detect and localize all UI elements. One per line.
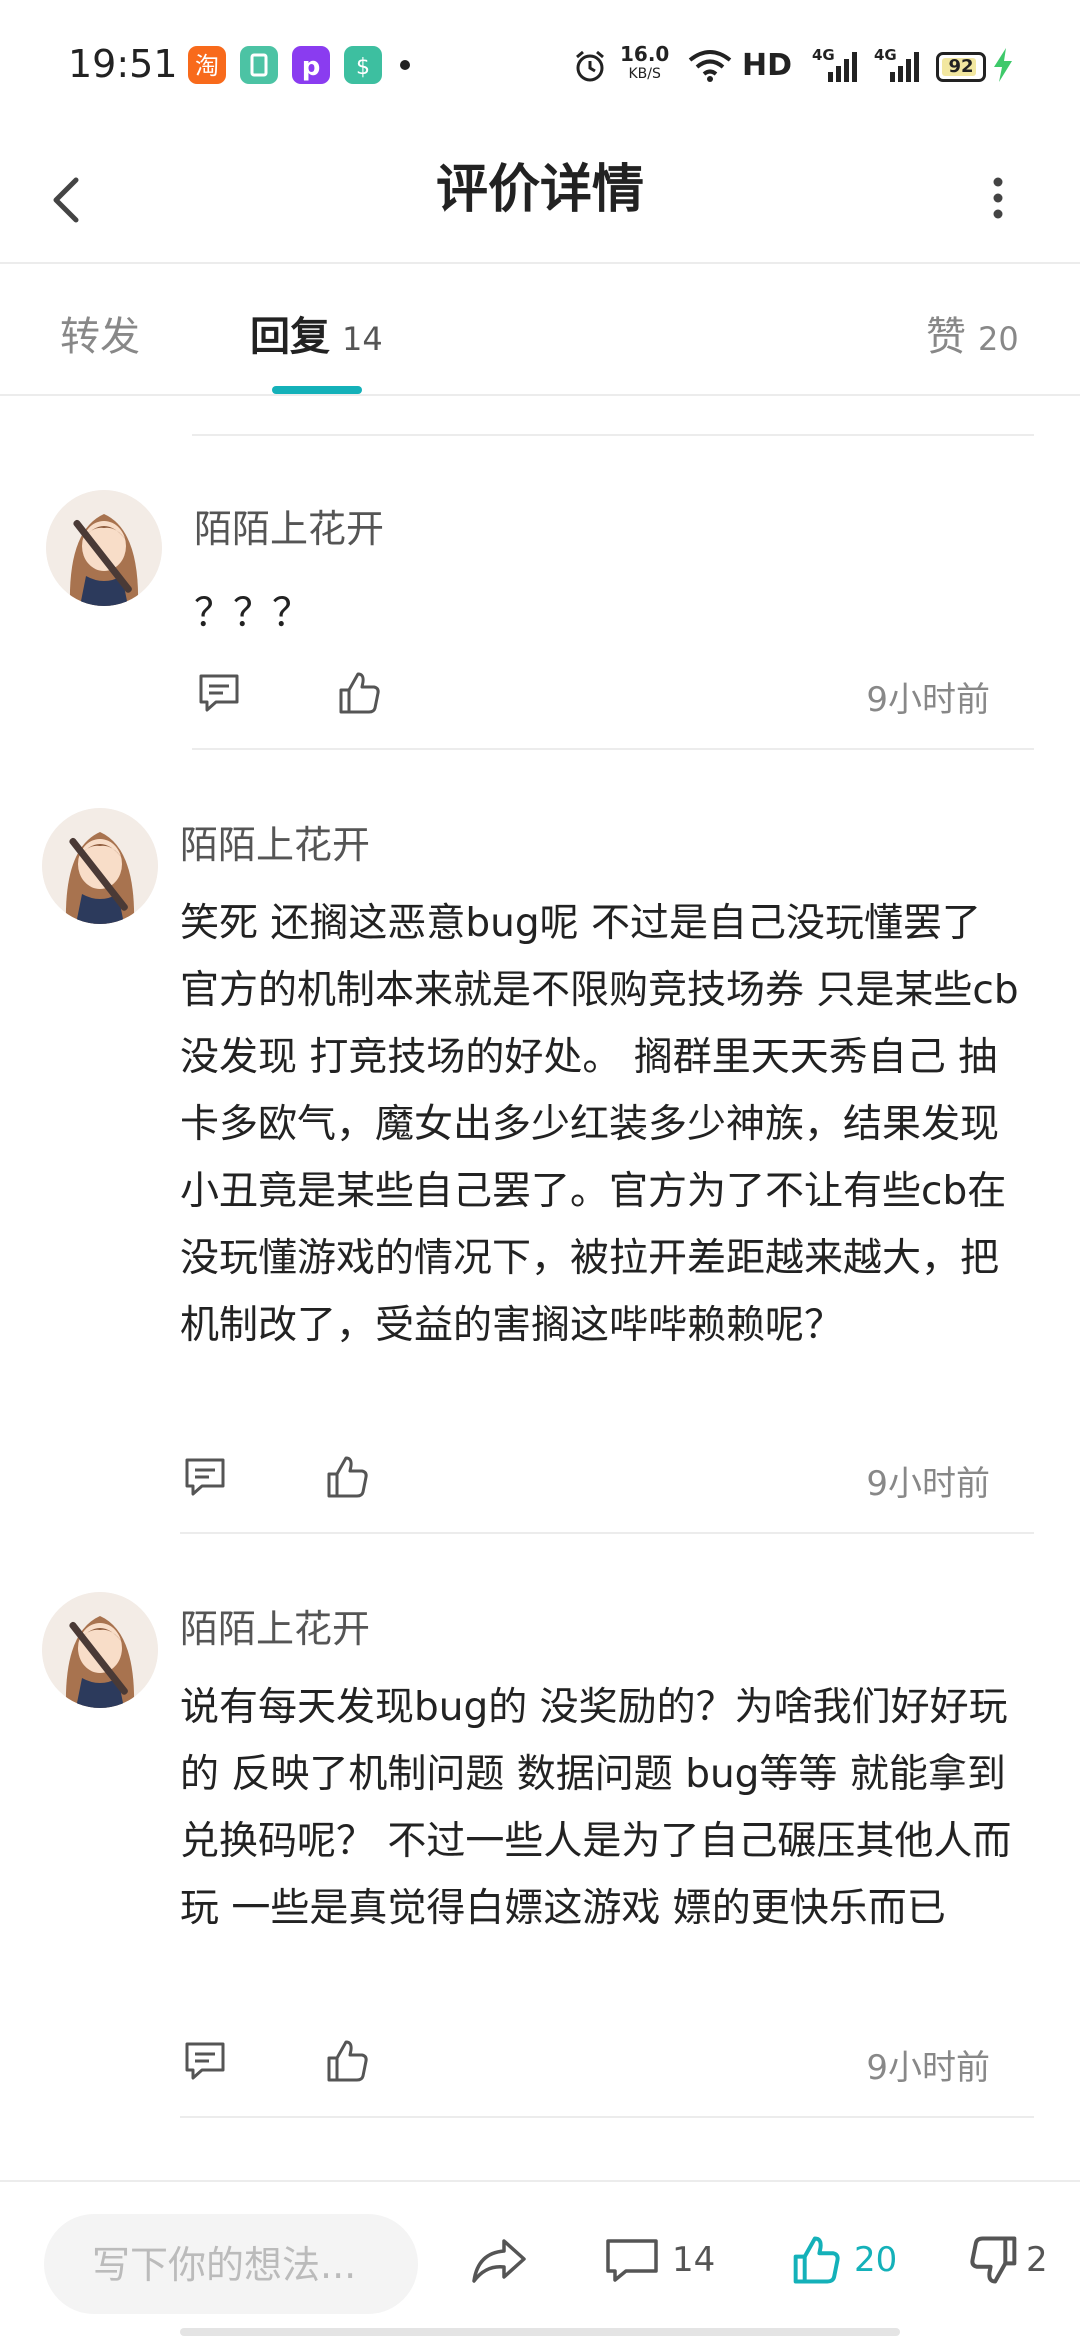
comment-author[interactable]: 陌陌上花开 <box>180 1598 370 1653</box>
comment-time: 9小时前 <box>866 2048 990 2088</box>
reply-icon[interactable] <box>196 670 242 716</box>
avatar[interactable] <box>42 1592 158 1708</box>
tab-reply[interactable]: 回复 14 <box>250 304 383 362</box>
like-icon[interactable] <box>324 1454 370 1500</box>
comment-text: 笑死 还搁这恶意bug呢 不过是自己没玩懂罢了 官方的机制本来就是不限购竞技场券… <box>180 901 1019 1348</box>
app-green-shield-icon: $ <box>344 46 382 84</box>
wifi-icon <box>688 50 732 82</box>
comment-author[interactable]: 陌陌上花开 <box>180 814 370 869</box>
like-icon[interactable] <box>324 2038 370 2084</box>
thumbs-up-icon <box>793 2236 840 2284</box>
app-purple-p-icon: p <box>292 46 330 84</box>
comment-icon <box>606 2239 658 2282</box>
dislike-button[interactable]: 2 <box>968 2220 1048 2300</box>
comment-text: 说有每天发现bug的 没奖励的？为啥我们好好玩的 反映了机制问题 数据问题 bu… <box>180 1685 1012 1931</box>
like-icon[interactable] <box>336 670 382 716</box>
comment-time: 9小时前 <box>866 680 990 720</box>
thumbs-down-icon <box>970 2236 1017 2284</box>
comment-input[interactable] <box>90 2214 414 2316</box>
tab-reply-count: 14 <box>342 320 383 358</box>
battery-level: 92 <box>948 56 974 77</box>
signal-icon <box>828 52 857 82</box>
status-time: 19:51 <box>68 42 178 86</box>
svg-text:p: p <box>302 52 321 82</box>
net-speed: 16.0 KB/S <box>620 42 670 82</box>
comment-input-box[interactable] <box>44 2214 418 2316</box>
reply-button[interactable]: 14 <box>604 2220 715 2300</box>
svg-text:淘: 淘 <box>195 52 219 80</box>
alarm-icon <box>576 50 604 82</box>
home-indicator[interactable] <box>180 2328 900 2336</box>
comment-author[interactable]: 陌陌上花开 <box>194 498 384 553</box>
dislike-count: 2 <box>1026 2240 1048 2280</box>
bottom-action-bar: 14 20 2 <box>0 2180 1080 2342</box>
reply-count: 14 <box>672 2240 716 2280</box>
divider <box>180 2116 1034 2118</box>
comment-time: 9小时前 <box>866 1464 990 1504</box>
charging-icon <box>994 48 1012 82</box>
reply-icon[interactable] <box>182 2038 228 2084</box>
hd-indicator: HD <box>742 48 793 83</box>
share-button[interactable] <box>470 2220 528 2300</box>
battery-icon: 92 <box>936 52 986 82</box>
divider <box>192 434 1034 436</box>
divider <box>180 1532 1034 1534</box>
tab-indicator <box>272 386 362 394</box>
comment-text: ？？？ <box>194 591 312 636</box>
like-count: 20 <box>854 2240 898 2280</box>
tab-repost-label: 转发 <box>60 314 140 360</box>
notification-dot <box>400 60 410 70</box>
tab-bar: 转发 回复 14 赞 20 <box>0 264 1080 396</box>
share-icon <box>472 2239 526 2283</box>
tab-reply-label: 回复 <box>250 314 330 360</box>
more-options-icon[interactable] <box>984 158 1012 238</box>
signal-icon <box>890 52 919 82</box>
like-button[interactable]: 20 <box>790 2220 897 2300</box>
avatar[interactable] <box>46 490 162 606</box>
tab-like[interactable]: 赞 20 <box>926 304 1019 362</box>
divider <box>192 748 1034 750</box>
status-bar: 19:51 淘 p $ 16.0 KB/S HD 4G 4G 92 <box>0 0 1080 130</box>
tab-like-count: 20 <box>978 320 1019 358</box>
app-header: 评价详情 <box>0 130 1080 264</box>
reply-icon[interactable] <box>182 1454 228 1500</box>
tab-repost[interactable]: 转发 <box>60 304 140 362</box>
app-green-icon <box>240 46 278 84</box>
svg-text:$: $ <box>356 55 370 80</box>
avatar[interactable] <box>42 808 158 924</box>
page-title: 评价详情 <box>435 160 644 220</box>
tab-like-label: 赞 <box>926 314 966 360</box>
taobao-icon: 淘 <box>188 46 226 84</box>
